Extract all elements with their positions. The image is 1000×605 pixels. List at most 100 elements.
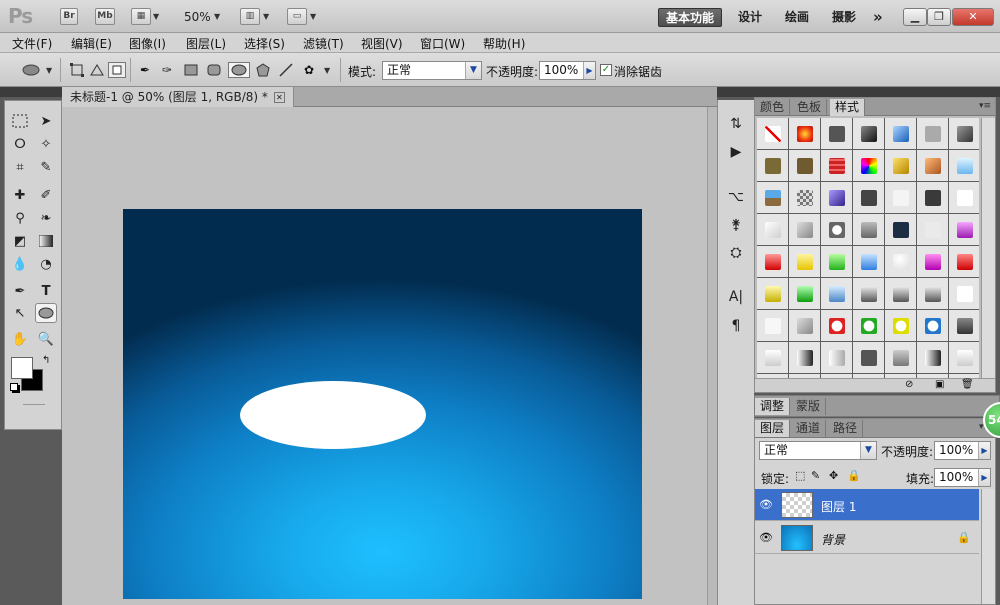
style-swatch[interactable] xyxy=(821,118,852,149)
style-swatch[interactable] xyxy=(821,278,852,309)
tab-channels[interactable]: 通道 xyxy=(791,420,827,437)
style-swatch[interactable] xyxy=(885,118,916,149)
chevron-down-icon[interactable]: ▼ xyxy=(46,66,52,75)
style-swatch[interactable] xyxy=(885,246,916,277)
toolbox-header[interactable] xyxy=(0,87,62,97)
style-swatch[interactable] xyxy=(757,246,788,277)
menu-view[interactable]: 视图(V) xyxy=(361,35,403,52)
workspace-painting[interactable]: 绘画 xyxy=(785,8,809,27)
shape-layers-icon[interactable] xyxy=(68,62,86,78)
layers-scrollbar[interactable] xyxy=(981,489,995,604)
menu-edit[interactable]: 编辑(E) xyxy=(71,35,112,52)
quick-selection-icon[interactable]: ✧ xyxy=(35,134,57,154)
styles-scrollbar[interactable] xyxy=(981,118,995,378)
screen-mode-icon[interactable]: ▭ xyxy=(287,8,307,25)
style-swatch[interactable] xyxy=(757,214,788,245)
menu-image[interactable]: 图像(I) xyxy=(129,35,166,52)
menu-filter[interactable]: 滤镜(T) xyxy=(303,35,344,52)
tab-masks[interactable]: 蒙版 xyxy=(791,398,827,415)
eyedropper-tool-icon[interactable]: ✎ xyxy=(35,157,57,177)
style-swatch[interactable] xyxy=(821,310,852,341)
style-swatch[interactable] xyxy=(949,150,979,181)
brush-presets-icon[interactable]: ⌥ xyxy=(725,187,747,207)
rounded-rectangle-tool-icon[interactable] xyxy=(205,62,223,78)
style-swatch[interactable] xyxy=(949,214,979,245)
menu-select[interactable]: 选择(S) xyxy=(244,35,285,52)
white-ellipse-shape[interactable] xyxy=(240,381,426,449)
style-swatch[interactable] xyxy=(949,342,979,373)
zoom-tool-icon[interactable]: 🔍 xyxy=(35,329,57,349)
style-swatch[interactable] xyxy=(917,118,948,149)
default-colors-icon[interactable] xyxy=(10,383,18,391)
style-swatch[interactable] xyxy=(917,342,948,373)
document-scrollbar[interactable] xyxy=(707,107,717,605)
style-swatch[interactable] xyxy=(789,278,820,309)
crop-tool-icon[interactable]: ⌗ xyxy=(9,157,31,177)
marquee-tool-icon[interactable] xyxy=(9,111,31,131)
foreground-color-swatch[interactable] xyxy=(11,357,33,379)
style-swatch[interactable] xyxy=(853,246,884,277)
style-swatch[interactable] xyxy=(757,118,788,149)
tab-paths[interactable]: 路径 xyxy=(828,420,864,437)
custom-shape-tool-icon[interactable]: ✿ xyxy=(300,62,318,78)
menu-file[interactable]: 文件(F) xyxy=(12,35,52,52)
layer-row-background[interactable]: 👁 背景 🔒 xyxy=(755,522,979,554)
freeform-pen-icon[interactable]: ✑ xyxy=(158,62,176,78)
style-swatch[interactable] xyxy=(949,246,979,277)
opacity-field[interactable]: 100% ▶ xyxy=(539,61,596,80)
tab-styles[interactable]: 样式 xyxy=(830,99,866,116)
quick-mask-icon[interactable] xyxy=(23,404,45,405)
style-swatch[interactable] xyxy=(757,278,788,309)
style-swatch[interactable] xyxy=(757,310,788,341)
tab-adjustments[interactable]: 调整 xyxy=(755,398,791,415)
style-swatch[interactable] xyxy=(885,182,916,213)
delete-style-icon[interactable]: 🗑 xyxy=(961,379,974,390)
paths-icon[interactable] xyxy=(88,62,106,78)
style-swatch[interactable] xyxy=(917,182,948,213)
style-swatch[interactable] xyxy=(853,214,884,245)
brush-tool-icon[interactable]: ✐ xyxy=(35,185,57,205)
lock-image-icon[interactable]: ✎ xyxy=(811,469,820,482)
layer-blend-mode-select[interactable]: 正常 ▼ xyxy=(759,441,877,460)
style-swatch[interactable] xyxy=(885,342,916,373)
style-swatch[interactable] xyxy=(885,278,916,309)
rectangle-tool-icon[interactable] xyxy=(182,62,200,78)
style-swatch[interactable] xyxy=(885,214,916,245)
style-swatch[interactable] xyxy=(789,342,820,373)
style-swatch[interactable] xyxy=(821,150,852,181)
style-swatch[interactable] xyxy=(949,182,979,213)
restore-icon[interactable]: ❐ xyxy=(927,8,951,26)
paragraph-panel-icon[interactable]: ¶ xyxy=(725,316,747,336)
style-swatch[interactable] xyxy=(853,182,884,213)
layer-row-layer1[interactable]: 👁 图层 1 xyxy=(755,489,979,521)
zoom-level[interactable]: 50% xyxy=(184,10,211,24)
type-tool-icon[interactable]: T xyxy=(35,281,57,301)
document-tab[interactable]: 未标题-1 @ 50% (图层 1, RGB/8) * ✕ xyxy=(62,87,294,107)
chevron-down-icon[interactable]: ▼ xyxy=(310,12,316,21)
tab-layers[interactable]: 图层 xyxy=(755,420,791,437)
lock-position-icon[interactable]: ✥ xyxy=(829,469,838,482)
style-swatch[interactable] xyxy=(853,150,884,181)
style-swatch[interactable] xyxy=(789,118,820,149)
style-swatch[interactable] xyxy=(885,150,916,181)
new-style-icon[interactable]: ▣ xyxy=(935,379,944,390)
style-swatch[interactable] xyxy=(917,214,948,245)
move-tool-icon[interactable]: ➤ xyxy=(35,111,57,131)
eye-icon[interactable]: 👁 xyxy=(759,531,773,545)
hand-tool-icon[interactable]: ✋ xyxy=(9,329,31,349)
panel-group-header[interactable] xyxy=(754,87,1000,97)
workspace-essentials[interactable]: 基本功能 xyxy=(658,8,722,27)
style-swatch[interactable] xyxy=(853,342,884,373)
minibridge-button[interactable]: Mb xyxy=(95,8,115,25)
chevron-down-icon[interactable]: ▼ xyxy=(324,66,330,75)
dodge-tool-icon[interactable]: ◔ xyxy=(35,254,57,274)
style-swatch[interactable] xyxy=(757,150,788,181)
style-swatch[interactable] xyxy=(789,310,820,341)
gradient-tool-icon[interactable] xyxy=(35,231,57,251)
history-panel-icon[interactable]: ⇅ xyxy=(725,114,747,134)
ellipse-tool-icon[interactable] xyxy=(228,62,250,78)
swap-colors-icon[interactable]: ↰ xyxy=(42,355,50,366)
style-swatch[interactable] xyxy=(917,246,948,277)
polygon-tool-icon[interactable] xyxy=(254,62,272,78)
style-swatch[interactable] xyxy=(757,342,788,373)
